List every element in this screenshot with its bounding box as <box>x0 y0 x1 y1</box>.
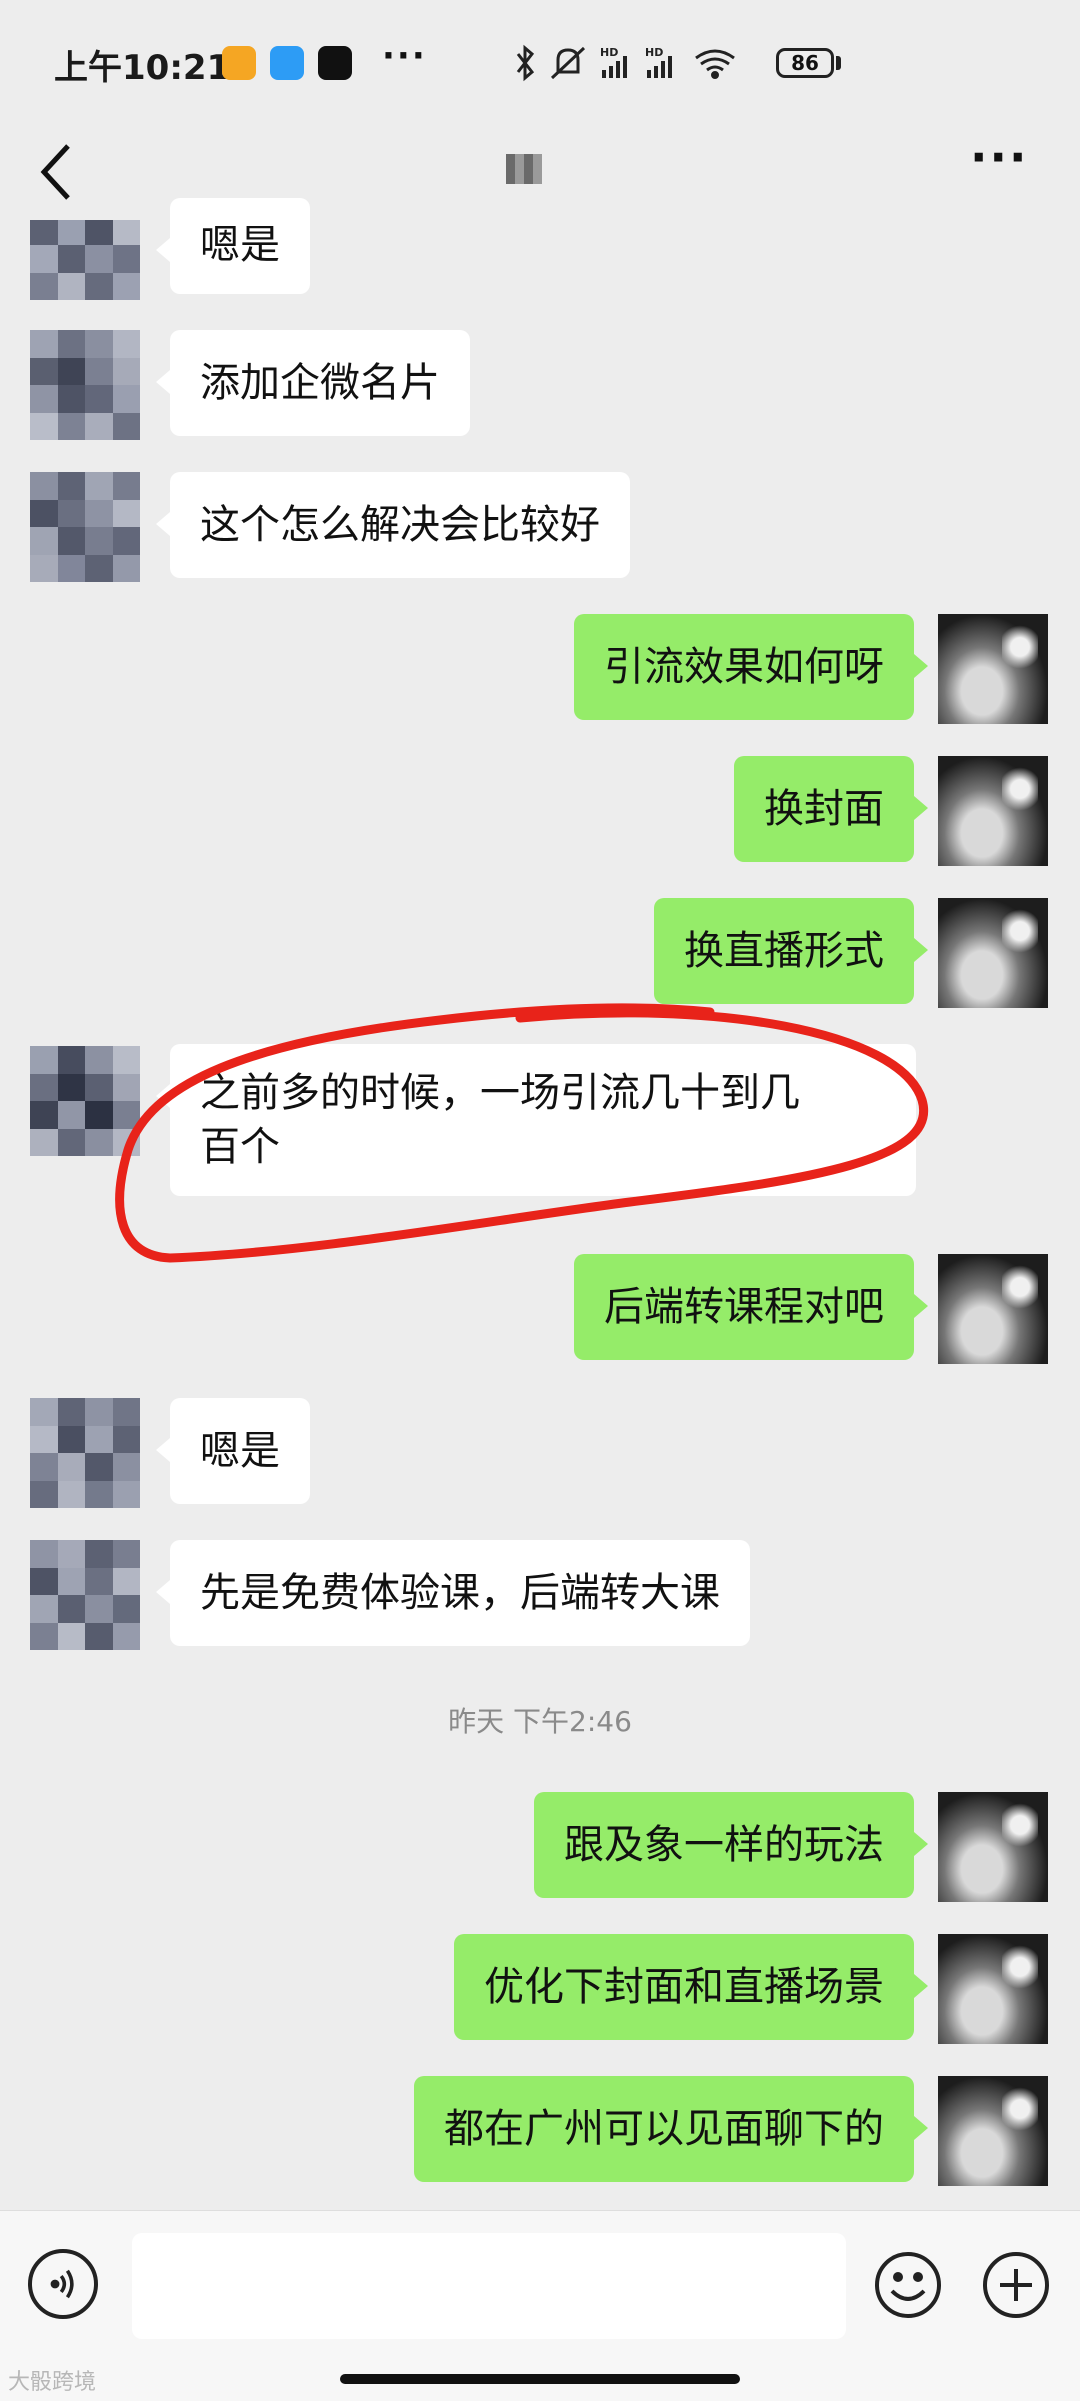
battery-tip <box>836 56 841 70</box>
message-bubble-received[interactable]: 之前多的时候，一场引流几十到几 百个 <box>156 1044 916 1196</box>
message-bubble-sent[interactable]: 都在广州可以见面聊下的 <box>414 2076 928 2182</box>
back-button[interactable] <box>30 138 90 208</box>
message-bubble-received[interactable]: 嗯是 <box>156 1398 310 1504</box>
contact-avatar[interactable] <box>30 472 140 582</box>
mute-icon <box>550 46 586 80</box>
user-avatar[interactable] <box>938 1254 1048 1364</box>
message-bubble-received[interactable]: 先是免费体验课，后端转大课 <box>156 1540 750 1646</box>
svg-text:HD: HD <box>600 46 618 59</box>
system-status-icons: HD HD <box>516 44 735 82</box>
svg-text:HD: HD <box>645 46 663 59</box>
user-avatar[interactable] <box>938 1792 1048 1902</box>
message-bubble-sent[interactable]: 优化下封面和直播场景 <box>454 1934 928 2040</box>
status-more-icon: ··· <box>382 36 427 76</box>
voice-input-button[interactable] <box>28 2249 98 2319</box>
message-bubble-received[interactable]: 添加企微名片 <box>156 330 470 436</box>
message-text-line: 之前多的时候，一场引流几十到几 <box>200 1070 800 1116</box>
app-notification-icon <box>270 46 304 80</box>
message-bubble-received[interactable]: 嗯是 <box>156 198 310 294</box>
message-bubble-sent[interactable]: 换直播形式 <box>654 898 928 1004</box>
user-avatar[interactable] <box>938 898 1048 1008</box>
watermark: 大骰跨境 <box>8 2370 97 2395</box>
status-time: 上午10:21 <box>54 48 231 88</box>
user-avatar[interactable] <box>938 1934 1048 2044</box>
message-text-input[interactable] <box>132 2233 846 2339</box>
status-bar: 上午10:21 ··· HD HD 86 <box>0 0 1080 128</box>
contact-avatar[interactable] <box>30 1540 140 1650</box>
plus-icon <box>983 2252 1049 2318</box>
emoji-button[interactable] <box>872 2249 944 2321</box>
battery-icon: 86 <box>776 48 834 78</box>
user-avatar[interactable] <box>938 614 1048 724</box>
notes-app-icon <box>222 46 256 80</box>
message-timestamp: 昨天 下午2:46 <box>448 1705 632 1738</box>
contact-avatar[interactable] <box>30 330 140 440</box>
home-indicator[interactable] <box>340 2374 740 2384</box>
wifi-icon <box>695 49 735 79</box>
douyin-icon <box>318 46 352 80</box>
contact-avatar[interactable] <box>30 1046 140 1156</box>
message-bubble-sent[interactable]: 换封面 <box>734 756 928 862</box>
hd-signal-icon: HD <box>600 46 627 78</box>
more-functions-button[interactable] <box>980 2249 1052 2321</box>
message-bubble-sent[interactable]: 跟及象一样的玩法 <box>534 1792 928 1898</box>
message-text-line: 百个 <box>200 1124 280 1170</box>
chat-title <box>506 154 542 184</box>
bluetooth-icon <box>516 44 535 82</box>
message-bubble-received[interactable]: 这个怎么解决会比较好 <box>156 472 630 578</box>
message-bubble-sent[interactable]: 引流效果如何呀 <box>574 614 928 720</box>
contact-avatar[interactable] <box>30 1398 140 1508</box>
chat-titlebar: ··· <box>0 128 1080 222</box>
chevron-left-icon <box>40 144 70 200</box>
hd-signal-icon: HD <box>645 46 672 78</box>
message-input-bar <box>0 2210 1080 2401</box>
voice-icon <box>50 2269 74 2299</box>
emoji-icon <box>875 2252 941 2318</box>
user-avatar[interactable] <box>938 2076 1048 2186</box>
more-options-button[interactable]: ··· <box>970 130 1028 184</box>
user-avatar[interactable] <box>938 756 1048 866</box>
message-bubble-sent[interactable]: 后端转课程对吧 <box>574 1254 928 1360</box>
